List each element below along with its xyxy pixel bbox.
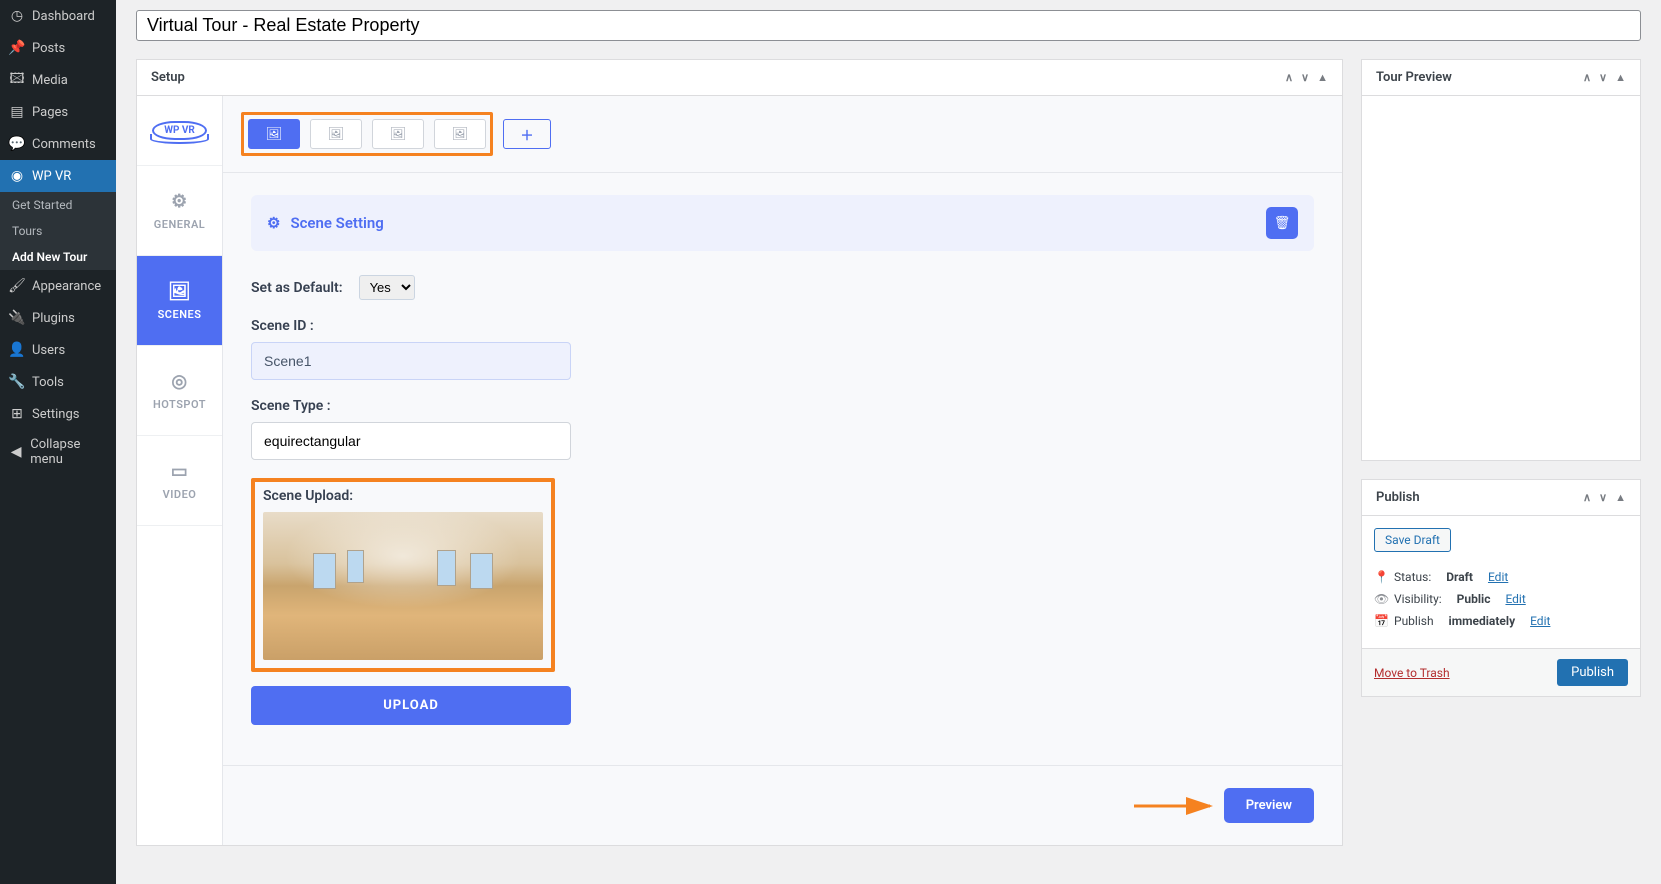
submenu-add-new-tour[interactable]: Add New Tour [0, 244, 116, 270]
annotation-arrow [1134, 797, 1222, 815]
scene-id-input[interactable] [251, 342, 571, 380]
main-content: Setup ∧ ∨ ▲ WP VR ⚙GENERAL 🖼SCENE [116, 0, 1661, 884]
sidebar-item-users[interactable]: 👤Users [0, 334, 116, 366]
gear-icon: ⚙ [171, 191, 188, 212]
edit-visibility-link[interactable]: Edit [1505, 592, 1525, 606]
wrench-icon: 🔧 [8, 373, 26, 391]
publish-panel: Publish ∧ ∨ ▲ Save Draft 📍 Status: Draft E… [1361, 479, 1641, 697]
delete-scene-button[interactable]: 🗑 [1266, 207, 1298, 239]
submenu-tours[interactable]: Tours [0, 218, 116, 244]
sidebar-item-posts[interactable]: 📌Posts [0, 32, 116, 64]
preview-button[interactable]: Preview [1224, 788, 1314, 823]
panel-toggle-icon[interactable]: ▲ [1615, 71, 1626, 84]
scene-upload-label: Scene Upload: [263, 488, 543, 504]
setup-panel-title: Setup [151, 70, 185, 85]
vtab-hotspot[interactable]: ◎HOTSPOT [137, 346, 222, 436]
schedule-row: 📅 Publish immediately Edit [1374, 614, 1628, 628]
set-default-select[interactable]: Yes [359, 275, 415, 300]
wpvr-logo: WP VR [137, 96, 222, 166]
upload-button[interactable]: UPLOAD [251, 686, 571, 725]
page-icon: ▤ [8, 103, 26, 121]
vtab-scenes[interactable]: 🖼SCENES [137, 256, 222, 346]
scene-tabs-highlight: 🖼 🖼 🖼 🖼 [241, 112, 493, 156]
target-icon: ◎ [171, 371, 187, 392]
scene-upload-highlight: Scene Upload: [251, 478, 555, 672]
publish-button[interactable]: Publish [1557, 659, 1628, 686]
set-default-label: Set as Default: [251, 280, 343, 296]
eye-icon: 👁 [1374, 592, 1388, 606]
edit-status-link[interactable]: Edit [1488, 570, 1508, 584]
vtab-video[interactable]: ▭VIDEO [137, 436, 222, 526]
tour-title-input[interactable] [136, 10, 1641, 41]
panel-up-icon[interactable]: ∧ [1285, 71, 1293, 84]
scene-tab-2[interactable]: 🖼 [310, 119, 362, 149]
scene-tab-3[interactable]: 🖼 [372, 119, 424, 149]
image-icon: 🖼 [452, 127, 469, 142]
tour-preview-panel: Tour Preview ∧ ∨ ▲ [1361, 59, 1641, 461]
image-icon: 🖼 [266, 127, 283, 142]
comment-icon: 💬 [8, 135, 26, 153]
status-row: 📍 Status: Draft Edit [1374, 570, 1628, 584]
plug-icon: 🔌 [8, 309, 26, 327]
sidebar-item-tools[interactable]: 🔧Tools [0, 366, 116, 398]
sidebar-item-dashboard[interactable]: ◷Dashboard [0, 0, 116, 32]
plus-icon: ＋ [520, 125, 533, 144]
user-icon: 👤 [8, 341, 26, 359]
wpvr-submenu: Get Started Tours Add New Tour [0, 192, 116, 270]
panel-down-icon[interactable]: ∨ [1599, 491, 1607, 504]
panel-toggle-icon[interactable]: ▲ [1317, 71, 1328, 84]
gear-icon: ⚙ [267, 214, 280, 232]
sidebar-item-settings[interactable]: ⊞Settings [0, 398, 116, 430]
sliders-icon: ⊞ [8, 405, 26, 423]
panel-up-icon[interactable]: ∧ [1583, 491, 1591, 504]
submenu-get-started[interactable]: Get Started [0, 192, 116, 218]
trash-icon: 🗑 [1274, 216, 1291, 231]
vtab-general[interactable]: ⚙GENERAL [137, 166, 222, 256]
scene-tab-1[interactable]: 🖼 [248, 119, 300, 149]
video-icon: ▭ [171, 461, 189, 482]
visibility-row: 👁 Visibility: Public Edit [1374, 592, 1628, 606]
gauge-icon: ◷ [8, 7, 26, 25]
image-icon: 🖼 [328, 127, 345, 142]
sidebar-item-wpvr[interactable]: ◉WP VR [0, 160, 116, 192]
sidebar-item-appearance[interactable]: 🖌Appearance [0, 270, 116, 302]
add-scene-button[interactable]: ＋ [503, 119, 551, 149]
sidebar-collapse[interactable]: ◀Collapse menu [0, 430, 116, 474]
vr-icon: ◉ [8, 167, 26, 185]
panel-up-icon[interactable]: ∧ [1583, 71, 1591, 84]
save-draft-button[interactable]: Save Draft [1374, 528, 1451, 552]
image-icon: 🖼 [390, 127, 407, 142]
calendar-icon: 📅 [1374, 614, 1388, 628]
panel-toggle-icon[interactable]: ▲ [1615, 491, 1626, 504]
brush-icon: 🖌 [8, 277, 26, 295]
pin-icon: 📍 [1374, 570, 1388, 584]
image-icon: 🖼 [168, 281, 191, 302]
pin-icon: 📌 [8, 39, 26, 57]
publish-panel-title: Publish [1376, 490, 1420, 505]
setup-panel: Setup ∧ ∨ ▲ WP VR ⚙GENERAL 🖼SCENE [136, 59, 1343, 846]
panel-down-icon[interactable]: ∨ [1301, 71, 1309, 84]
scene-setting-heading: ⚙Scene Setting [267, 214, 384, 232]
collapse-icon: ◀ [8, 443, 24, 461]
sidebar-item-plugins[interactable]: 🔌Plugins [0, 302, 116, 334]
sidebar-item-comments[interactable]: 💬Comments [0, 128, 116, 160]
scene-tab-4[interactable]: 🖼 [434, 119, 486, 149]
tour-preview-viewport [1374, 108, 1628, 448]
sidebar-item-media[interactable]: 🖾Media [0, 64, 116, 96]
tour-preview-title: Tour Preview [1376, 70, 1452, 85]
scene-type-label: Scene Type : [251, 398, 1314, 414]
admin-sidebar: ◷Dashboard 📌Posts 🖾Media ▤Pages 💬Comment… [0, 0, 116, 884]
vertical-tabs: WP VR ⚙GENERAL 🖼SCENES ◎HOTSPOT ▭VIDEO [137, 96, 223, 845]
panel-down-icon[interactable]: ∨ [1599, 71, 1607, 84]
move-to-trash-link[interactable]: Move to Trash [1374, 666, 1450, 680]
sidebar-item-pages[interactable]: ▤Pages [0, 96, 116, 128]
media-icon: 🖾 [8, 71, 26, 89]
scene-type-input[interactable] [251, 422, 571, 460]
scene-thumbnail[interactable] [263, 512, 543, 660]
edit-schedule-link[interactable]: Edit [1530, 614, 1550, 628]
scene-id-label: Scene ID : [251, 318, 1314, 334]
